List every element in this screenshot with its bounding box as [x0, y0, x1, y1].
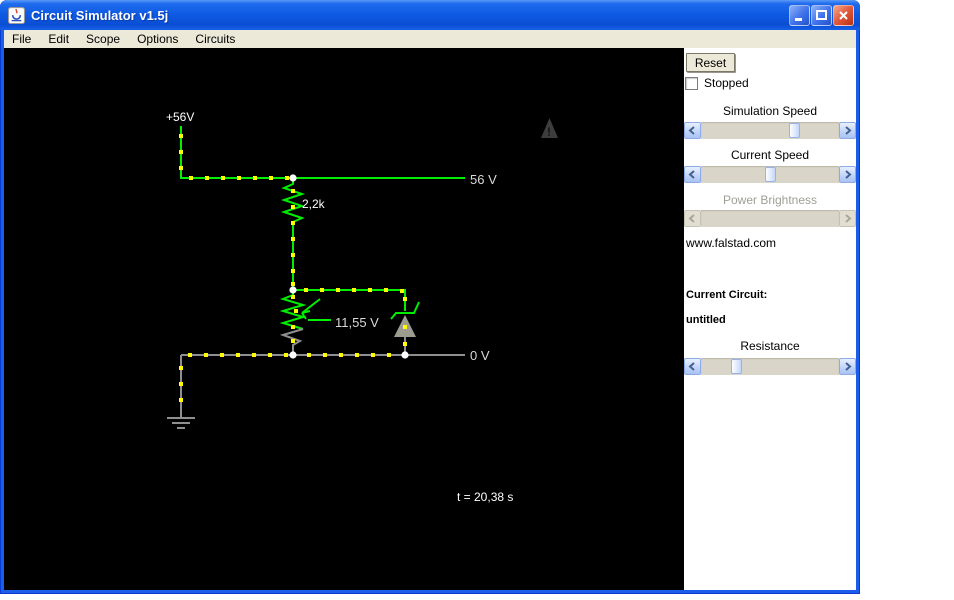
- ground-symbol[interactable]: [167, 355, 195, 429]
- top-rail-voltage-label: 56 V: [470, 172, 497, 187]
- menu-scope[interactable]: Scope: [84, 32, 122, 46]
- scroll-left-icon[interactable]: [684, 122, 701, 139]
- menu-bar: File Edit Scope Options Circuits: [4, 30, 856, 48]
- resistance-label: Resistance: [740, 339, 800, 353]
- maximize-icon: [816, 10, 827, 20]
- circuit-canvas[interactable]: +56V 2,2k 11,55 V 56 V 0 V ! t = 20,38 s: [4, 48, 684, 590]
- potentiometer[interactable]: [279, 290, 331, 355]
- warning-glyph: !: [547, 125, 551, 139]
- wire-supply-feed[interactable]: [180, 126, 293, 179]
- slider-thumb[interactable]: [731, 359, 742, 374]
- resistor-2.2k[interactable]: [280, 178, 306, 224]
- slider-track[interactable]: [701, 358, 839, 375]
- current-circuit-label: Current Circuit:: [686, 289, 768, 301]
- supply-rail-label: +56V: [166, 110, 194, 124]
- menu-edit[interactable]: Edit: [46, 32, 71, 46]
- slider-thumb[interactable]: [789, 123, 800, 138]
- menu-options[interactable]: Options: [135, 32, 180, 46]
- desktop: { "window": { "title": "Circuit Simulato…: [0, 0, 954, 600]
- bottom-rail-voltage-label: 0 V: [470, 348, 490, 363]
- minimize-button[interactable]: [789, 5, 810, 26]
- current-speed-slider[interactable]: [684, 166, 856, 183]
- scroll-right-icon[interactable]: [839, 166, 856, 183]
- stopped-checkbox[interactable]: [685, 77, 698, 90]
- scroll-left-icon: [684, 210, 701, 227]
- power-brightness-slider: [684, 210, 856, 227]
- power-brightness-label: Power Brightness: [722, 193, 818, 207]
- slider-track[interactable]: [701, 122, 839, 139]
- simulation-speed-label: Simulation Speed: [722, 104, 818, 118]
- scroll-right-icon: [839, 210, 856, 227]
- slider-thumb[interactable]: [765, 167, 776, 182]
- maximize-button[interactable]: [811, 5, 832, 26]
- simulation-speed-slider[interactable]: [684, 122, 856, 139]
- slider-track: [701, 210, 839, 227]
- menu-file[interactable]: File: [10, 32, 33, 46]
- window-title: Circuit Simulator v1.5j: [31, 7, 169, 23]
- title-bar[interactable]: Circuit Simulator v1.5j: [0, 0, 860, 30]
- resistance-slider[interactable]: [684, 358, 856, 375]
- current-speed-label: Current Speed: [730, 148, 810, 162]
- warning-icon: !: [541, 118, 558, 139]
- minimize-icon: [795, 18, 802, 21]
- scroll-right-icon[interactable]: [839, 122, 856, 139]
- close-button[interactable]: [833, 5, 854, 26]
- current-circuit-name: untitled: [686, 314, 726, 326]
- scroll-left-icon[interactable]: [684, 166, 701, 183]
- resistor-value-label: 2,2k: [302, 197, 326, 211]
- stopped-label: Stopped: [704, 76, 749, 90]
- website-link[interactable]: www.falstad.com: [686, 236, 776, 250]
- time-display: t = 20,38 s: [457, 490, 513, 504]
- wiper-voltage-label: 11,55 V: [335, 315, 379, 330]
- menu-circuits[interactable]: Circuits: [193, 32, 237, 46]
- close-icon: [839, 11, 848, 20]
- java-app-icon: [8, 6, 25, 24]
- scroll-right-icon[interactable]: [839, 358, 856, 375]
- reset-button[interactable]: Reset: [686, 53, 735, 72]
- scroll-left-icon[interactable]: [684, 358, 701, 375]
- app-window: Circuit Simulator v1.5j File Edit Scope …: [0, 0, 860, 594]
- control-sidebar: Reset Stopped Simulation Speed Current S…: [684, 48, 856, 590]
